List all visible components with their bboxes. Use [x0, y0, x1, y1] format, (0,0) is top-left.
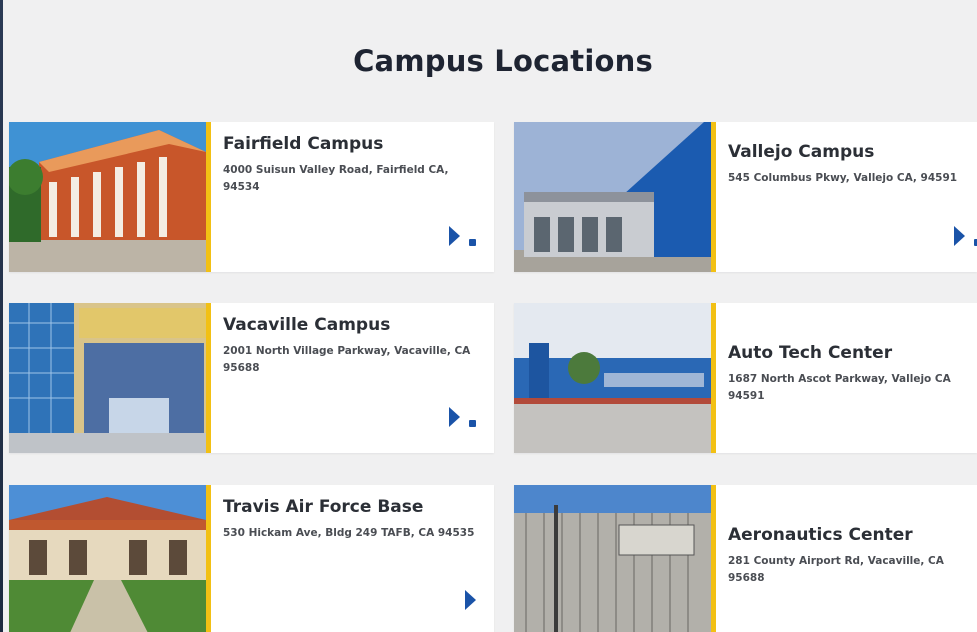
location-card-travis[interactable]: Travis Air Force Base 530 Hickam Ave, Bl…: [9, 485, 494, 632]
play-arrow-icon[interactable]: [465, 590, 476, 610]
location-card-fairfield[interactable]: Fairfield Campus 4000 Suisun Valley Road…: [9, 122, 494, 272]
location-name[interactable]: Aeronautics Center: [728, 525, 977, 545]
location-address: 281 County Airport Rd, Vacaville, CA 956…: [728, 555, 944, 584]
location-name[interactable]: Vacaville Campus: [223, 315, 494, 335]
location-address: 1687 North Ascot Parkway, Vallejo CA 945…: [728, 373, 951, 402]
location-card-aeronautics[interactable]: Aeronautics Center 281 County Airport Rd…: [514, 485, 977, 632]
location-address: 4000 Suisun Valley Road, Fairfield CA, 9…: [223, 164, 449, 193]
play-arrow-icon[interactable]: [449, 226, 460, 246]
square-icon[interactable]: [469, 420, 476, 427]
left-edge-strip: [0, 0, 3, 632]
auto-tech-center-photo: [514, 303, 711, 453]
location-card-vallejo[interactable]: Vallejo Campus 545 Columbus Pkwy, Vallej…: [514, 122, 977, 272]
vacaville-campus-photo: [9, 303, 206, 453]
play-arrow-icon[interactable]: [449, 407, 460, 427]
location-name[interactable]: Auto Tech Center: [728, 343, 977, 363]
aeronautics-center-photo: [514, 485, 711, 632]
page-title: Campus Locations: [353, 44, 653, 78]
location-card-vacaville[interactable]: Vacaville Campus 2001 North Village Park…: [9, 303, 494, 453]
square-icon[interactable]: [469, 239, 476, 246]
location-address: 530 Hickam Ave, Bldg 249 TAFB, CA 94535: [223, 527, 475, 539]
location-name[interactable]: Vallejo Campus: [728, 142, 977, 162]
fairfield-campus-photo: [9, 122, 206, 272]
location-name[interactable]: Travis Air Force Base: [223, 497, 494, 517]
vallejo-campus-photo: [514, 122, 711, 272]
location-address: 2001 North Village Parkway, Vacaville, C…: [223, 345, 471, 374]
play-arrow-icon[interactable]: [954, 226, 965, 246]
travis-afb-photo: [9, 485, 206, 632]
location-address: 545 Columbus Pkwy, Vallejo CA, 94591: [728, 172, 958, 184]
location-name[interactable]: Fairfield Campus: [223, 134, 494, 154]
location-card-auto-tech[interactable]: Auto Tech Center 1687 North Ascot Parkwa…: [514, 303, 977, 453]
